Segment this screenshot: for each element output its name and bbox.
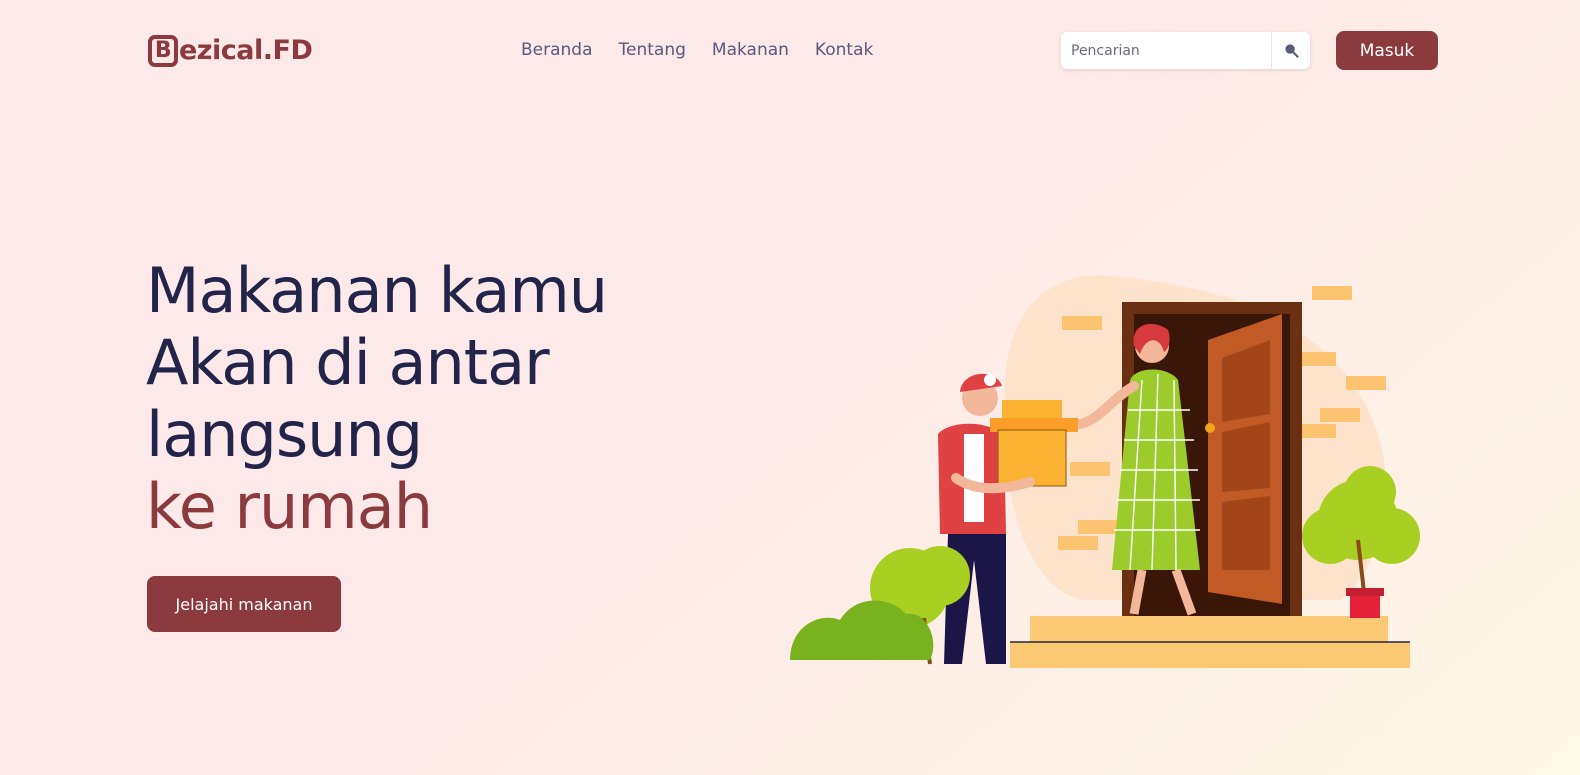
hero-line-2: Akan di antar [146,326,550,399]
courier-figure [938,373,1006,664]
nav-link-beranda[interactable]: Beranda [521,38,593,62]
step-bottom [1010,642,1410,668]
hero-line-1: Makanan kamu [146,254,608,327]
search-box [1061,32,1310,69]
search-icon [1284,44,1299,58]
brand-logo[interactable]: Bezical.FD [148,31,313,71]
nav-link-kontak[interactable]: Kontak [815,38,873,62]
nav-links: Beranda Tentang Makanan Kontak [521,38,899,62]
hero-line-3: langsung [146,398,423,471]
left-bush [790,546,970,665]
door-knob [1205,423,1215,433]
logo-mark: B [148,35,178,67]
step-top [1030,616,1388,642]
logo-text: ezical.FD [179,35,313,66]
delivery-illustration [790,275,1420,668]
login-button[interactable]: Masuk [1336,31,1438,70]
nav-link-tentang[interactable]: Tentang [619,38,686,62]
door-panels [1222,340,1270,570]
search-button[interactable] [1271,32,1310,69]
nav-link-makanan[interactable]: Makanan [712,38,789,62]
hero-heading: Makanan kamu Akan di antar langsung ke r… [146,254,608,543]
explore-food-button[interactable]: Jelajahi makanan [147,576,341,632]
hero-line-accent: ke rumah [146,470,433,543]
navbar: Bezical.FD Beranda Tentang Makanan Konta… [0,0,1580,100]
search-input[interactable] [1061,32,1271,69]
